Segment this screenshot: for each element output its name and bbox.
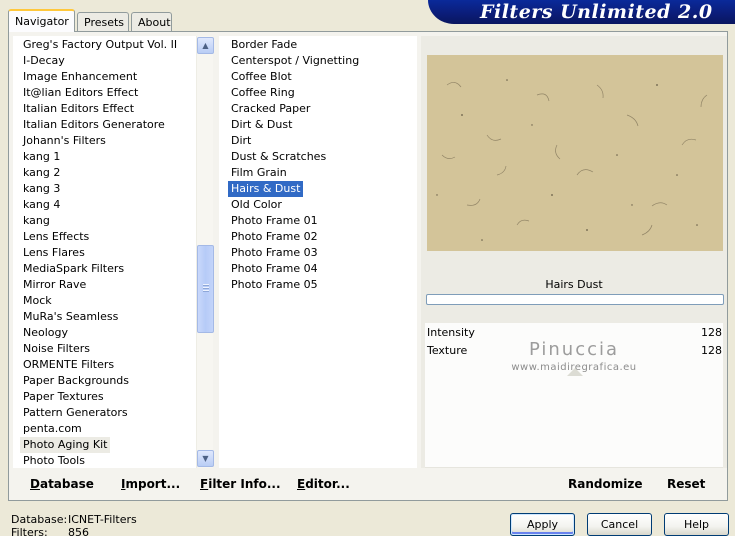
accel-key: E (297, 477, 306, 491)
chevron-up-icon: ▲ (202, 41, 209, 50)
editor-button[interactable]: Editor... (297, 476, 350, 492)
list-item[interactable]: Photo Frame 01 (228, 213, 321, 229)
help-button[interactable]: Help (664, 513, 729, 536)
empty-parameter-row (425, 413, 723, 432)
list-item[interactable]: Hairs & Dust (228, 181, 304, 197)
reset-button[interactable]: Reset (667, 476, 705, 492)
selected-filter-name: Hairs Dust (545, 278, 603, 291)
list-item[interactable]: ORMENTE Filters (20, 357, 117, 373)
filter-info-button[interactable]: Filter Info... (200, 476, 281, 492)
list-item[interactable]: Photo Frame 04 (228, 261, 321, 277)
cancel-button[interactable]: Cancel (587, 513, 652, 536)
status-label: Filters: (11, 526, 48, 536)
list-item[interactable]: Italian Editors Effect (20, 101, 137, 117)
list-item[interactable]: kang 3 (20, 181, 63, 197)
progress-bar (426, 294, 724, 305)
preview-image (427, 55, 723, 251)
list-item[interactable]: Noise Filters (20, 341, 93, 357)
list-item[interactable]: kang (20, 213, 53, 229)
list-item[interactable]: kang 4 (20, 197, 63, 213)
preview-panel: Hairs Dust Intensity 128 Texture 128 Pinucc… (421, 36, 727, 468)
slider-marker-icon (567, 368, 583, 376)
list-item[interactable]: Paper Backgrounds (20, 373, 132, 389)
list-item[interactable]: Coffee Ring (228, 85, 298, 101)
list-item[interactable]: Lens Effects (20, 229, 92, 245)
list-item[interactable]: Cracked Paper (228, 101, 313, 117)
list-item[interactable]: It@lian Editors Effect (20, 85, 141, 101)
empty-parameter-row (425, 431, 723, 450)
database-status: Database:ICNET-Filters (11, 513, 137, 526)
command-label: ditor... (305, 477, 350, 491)
category-list[interactable]: Greg's Factory Output Vol. II I-Decay Imag… (13, 36, 196, 468)
list-item[interactable]: Image Enhancement (20, 69, 140, 85)
list-item[interactable]: kang 1 (20, 149, 63, 165)
list-item[interactable]: Lens Flares (20, 245, 88, 261)
list-item[interactable]: Photo Aging Kit (20, 437, 111, 453)
list-item[interactable]: Dirt (228, 133, 254, 149)
tab-presets[interactable]: Presets (77, 12, 129, 31)
scroll-up-button[interactable]: ▲ (197, 37, 214, 54)
list-item[interactable]: Mirror Rave (20, 277, 89, 293)
status-value: 856 (68, 526, 89, 536)
scroll-thumb[interactable] (197, 245, 214, 333)
grip-icon (203, 284, 209, 293)
list-item[interactable]: Old Color (228, 197, 285, 213)
tab-label: Navigator (15, 15, 69, 28)
list-item[interactable]: Mock (20, 293, 55, 309)
list-item[interactable]: Coffee Blot (228, 69, 295, 85)
accel-key: D (30, 477, 40, 491)
list-item[interactable]: Photo Frame 05 (228, 277, 321, 293)
apply-button[interactable]: Apply (510, 513, 575, 536)
import-button[interactable]: Import... (121, 476, 180, 492)
empty-parameter-row (425, 449, 723, 468)
command-label: mport... (125, 477, 181, 491)
app-banner: Filters Unlimited 2.0 (428, 0, 735, 24)
list-item[interactable]: MediaSpark Filters (20, 261, 127, 277)
status-label: Database: (11, 513, 68, 526)
empty-parameter-row (425, 377, 723, 396)
command-label: ilter Info... (208, 477, 281, 491)
accel-key: F (200, 477, 209, 491)
list-item[interactable]: Johann's Filters (20, 133, 109, 149)
category-scrollbar[interactable]: ▲ ▼ (196, 36, 214, 468)
filters-count-status: Filters: 856 (11, 526, 89, 536)
status-value: ICNET-Filters (68, 513, 137, 526)
tab-navigator[interactable]: Navigator (8, 9, 75, 32)
list-item[interactable]: Neology (20, 325, 71, 341)
list-item[interactable]: Greg's Factory Output Vol. II (20, 37, 180, 53)
randomize-button[interactable]: Randomize (568, 476, 642, 492)
banner-title: Filters Unlimited 2.0 (480, 1, 713, 23)
parameter-value: 128 (701, 326, 722, 339)
chevron-down-icon: ▼ (202, 454, 209, 463)
empty-parameter-row (425, 395, 723, 414)
list-item[interactable]: Dirt & Dust (228, 117, 295, 133)
list-item[interactable]: Paper Textures (20, 389, 107, 405)
watermark: Pinuccia (528, 339, 620, 360)
database-button[interactable]: Database (30, 476, 94, 492)
list-item[interactable]: Film Grain (228, 165, 290, 181)
list-item[interactable]: Dust & Scratches (228, 149, 329, 165)
list-item[interactable]: Photo Frame 03 (228, 245, 321, 261)
paper-texture-image (427, 55, 723, 251)
list-item[interactable]: MuRa's Seamless (20, 309, 121, 325)
list-item[interactable]: kang 2 (20, 165, 63, 181)
command-label: atabase (39, 477, 94, 491)
list-item[interactable]: penta.com (20, 421, 85, 437)
scroll-down-button[interactable]: ▼ (197, 450, 214, 467)
list-item[interactable]: Italian Editors Generatore (20, 117, 168, 133)
list-item[interactable]: Centerspot / Vignetting (228, 53, 362, 69)
list-item[interactable]: Photo Frame 02 (228, 229, 321, 245)
filter-list[interactable]: Border Fade Centerspot / Vignetting Coffee… (219, 36, 417, 468)
list-item[interactable]: I-Decay (20, 53, 68, 69)
tab-label: About (138, 16, 171, 29)
tab-label: Presets (84, 16, 125, 29)
tab-about[interactable]: About (131, 12, 172, 31)
list-item[interactable]: Photo Tools (20, 453, 88, 468)
list-item[interactable]: Border Fade (228, 37, 300, 53)
parameter-name: Intensity (427, 326, 475, 339)
list-item[interactable]: Pattern Generators (20, 405, 131, 421)
